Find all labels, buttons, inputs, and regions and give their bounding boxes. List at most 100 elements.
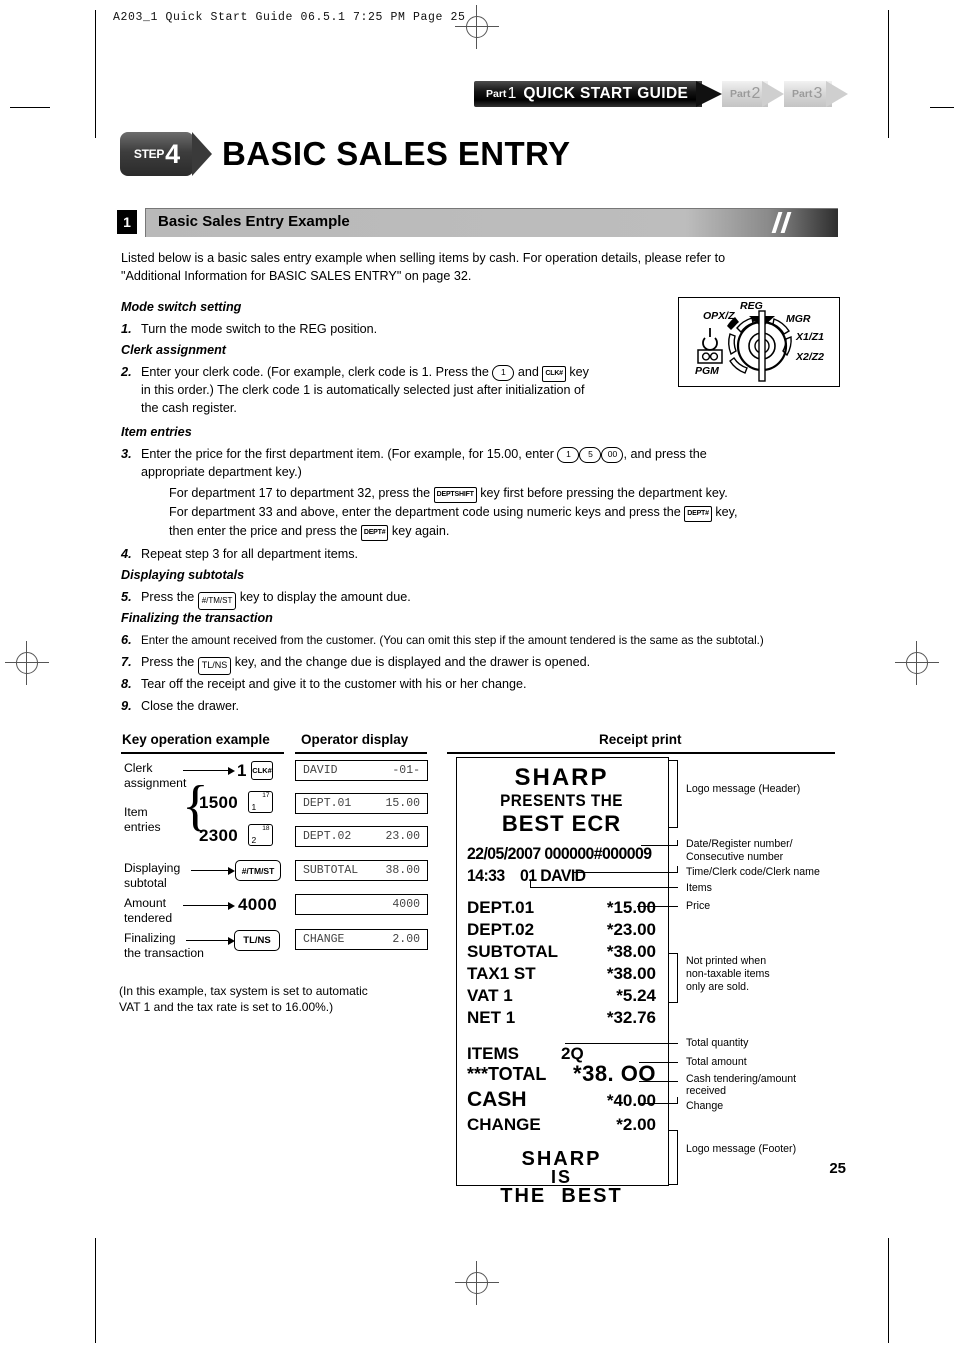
annotation-change: Change (686, 1100, 724, 1112)
receipt-line-5-label: VAT 1 (467, 986, 513, 1005)
step-3-text-line-4: For department 33 and above, enter the d… (169, 504, 738, 522)
receipt-line-5-value: *5.24 (616, 986, 656, 1005)
anno-bracket-nonprinted (677, 953, 679, 1003)
receipt-change-value: *2.00 (616, 1115, 656, 1134)
crop-mark-right-bottom (888, 1238, 889, 1343)
row-5-arrow-line (183, 905, 228, 907)
section-title: Basic Sales Entry Example (158, 213, 350, 230)
col-rule-3 (447, 752, 835, 754)
row-5-arrow-tip-icon (228, 901, 235, 910)
row-4-label-line-1: Displaying (124, 861, 181, 875)
row-5-number: 4000 (238, 895, 278, 914)
key-dept-1-button[interactable]: 1 17 (248, 791, 273, 813)
receipt-line-4-label: TAX1 ST (467, 964, 536, 983)
row-5-label-line-2: tendered (124, 910, 173, 925)
col-rule-2 (295, 752, 427, 754)
display-1-right: -01- (392, 764, 420, 777)
receipt-header-line-2: PRESENTS THE (500, 791, 623, 810)
display-3-left: DEPT.02 (303, 830, 352, 843)
tab-part-1[interactable]: Part 1 QUICK START GUIDE (474, 81, 722, 107)
key-tl-ns-button[interactable]: TL/NS (234, 930, 280, 951)
display-2-right: 15.00 (385, 797, 420, 810)
anno-leader-change-v (677, 1097, 679, 1104)
step-3-text-line-3: For department 17 to department 32, pres… (169, 485, 728, 503)
step-3-text-line-1: Enter the price for the first department… (141, 446, 707, 464)
step-3-line5-a: then enter the price and press the (169, 524, 358, 538)
row-label-clerk-assignment: Clerk assignment (124, 761, 186, 790)
row-label-finalizing-transaction: Finalizing the transaction (124, 931, 204, 960)
anno-leader-clerk-v (677, 866, 679, 873)
key-1-icon: 1 (492, 365, 515, 381)
tab-part-1-title: QUICK START GUIDE (523, 85, 689, 102)
receipt-line-2-label: DEPT.02 (467, 920, 535, 939)
col-header-receipt-print: Receipt print (599, 732, 682, 747)
receipt-line-4-value: *38.00 (606, 964, 656, 983)
step-word: STEP (133, 147, 165, 161)
intro-line-1: Listed below is a basic sales entry exam… (121, 251, 726, 265)
row-6-label-line-1: Finalizing (124, 931, 176, 945)
step-7-number: 7. (121, 654, 132, 669)
step-6-number: 6. (121, 632, 132, 647)
step-number: 4 (165, 138, 181, 169)
slugline: A203_1 Quick Start Guide 06.5.1 7:25 PM … (113, 11, 466, 24)
intro-line-2: "Additional Information for BASIC SALES … (121, 269, 472, 283)
row-1-arrow-line (183, 770, 228, 772)
step-4-number: 4. (121, 546, 132, 561)
crop-mark-left-bottom (95, 1238, 96, 1343)
registration-mark-left (5, 641, 49, 685)
key-clk-button[interactable]: CLK# (251, 761, 273, 780)
receipt-line-3-value: *38.00 (606, 942, 656, 961)
step-3-text-b: , and press the (623, 447, 707, 461)
tab-part-2[interactable]: Part 2 (722, 81, 784, 107)
display-row-5: 4000 (295, 894, 428, 915)
row-1-arrow-tip-icon (228, 766, 235, 775)
display-5-right: 4000 (392, 898, 420, 911)
display-2-left: DEPT.01 (303, 797, 352, 810)
step-4-text: Repeat step 3 for all department items. (141, 547, 359, 561)
anno-bracket-footer (677, 1130, 679, 1185)
step-5-a: Press the (141, 590, 195, 604)
tab-part-1-number: 1 (507, 85, 517, 102)
row-1-label-line-2: assignment (124, 775, 187, 790)
page-number: 25 (829, 1160, 846, 1177)
row-label-item-entries: Item entries (124, 805, 161, 834)
step-badge: STEP 4 (120, 132, 194, 176)
step-2-text-line-3: the cash register. (141, 401, 237, 415)
annotation-logo-header: Logo message (Header) (686, 783, 801, 795)
step-5-text: Press the #/TM/ST key to display the amo… (141, 589, 411, 610)
annotation-total-quantity: Total quantity (686, 1037, 749, 1049)
row-4-arrow-line (191, 870, 228, 872)
receipt-print: SHARP PRESENTS THE BEST ECR 22/05/2007 0… (456, 757, 669, 1207)
tab-part-1-part-label: Part (486, 88, 507, 100)
receipt-change-label: CHANGE (467, 1115, 541, 1134)
key-numeric-1-icon: 1 (557, 447, 580, 463)
row-6-label-line-2: the transaction (124, 945, 204, 960)
anno-bracket-footer-top (669, 1130, 678, 1132)
heading-finalizing-transaction: Finalizing the transaction (121, 611, 273, 625)
row-label-amount-tendered: Amount tendered (124, 896, 172, 925)
tax-note-line-1: (In this example, tax system is set to a… (119, 984, 368, 998)
tab-part-3-part-label: Part (792, 88, 813, 100)
row-3-number: 2300 (199, 826, 239, 845)
key-dept-2-button[interactable]: 2 18 (248, 824, 273, 846)
key-numeric-5-icon: 5 (579, 447, 602, 463)
step-2-text-line-1: Enter your clerk code. (For example, cle… (141, 364, 589, 382)
step-3-line5-b: key again. (391, 524, 450, 538)
key-num-tm-st-button[interactable]: #/TM/ST (235, 860, 281, 881)
display-6-right: 2.00 (392, 933, 420, 946)
tab-part-3[interactable]: Part 3 (784, 81, 850, 107)
heading-clerk-assignment: Clerk assignment (121, 343, 226, 357)
registration-mark-bottom (455, 1261, 499, 1305)
key-deptshift-icon: DEPTSHIFT (433, 487, 477, 503)
step-9-text: Close the drawer. (141, 699, 240, 713)
key-dept-1-main: 1 (251, 802, 257, 812)
display-row-1: DAVID -01- (295, 760, 428, 781)
anno-leader-items-v (530, 880, 532, 888)
key-clk-icon: CLK# (542, 366, 566, 382)
annotation-not-printed-3: only are sold. (686, 981, 750, 993)
crop-mark-left-top (95, 10, 96, 138)
page-canvas: A203_1 Quick Start Guide 06.5.1 7:25 PM … (0, 0, 954, 1351)
anno-bracket-nonprinted-top (669, 953, 678, 955)
step-2-text-b: and (517, 365, 539, 379)
annotation-not-printed-2: non-taxable items (686, 968, 770, 980)
